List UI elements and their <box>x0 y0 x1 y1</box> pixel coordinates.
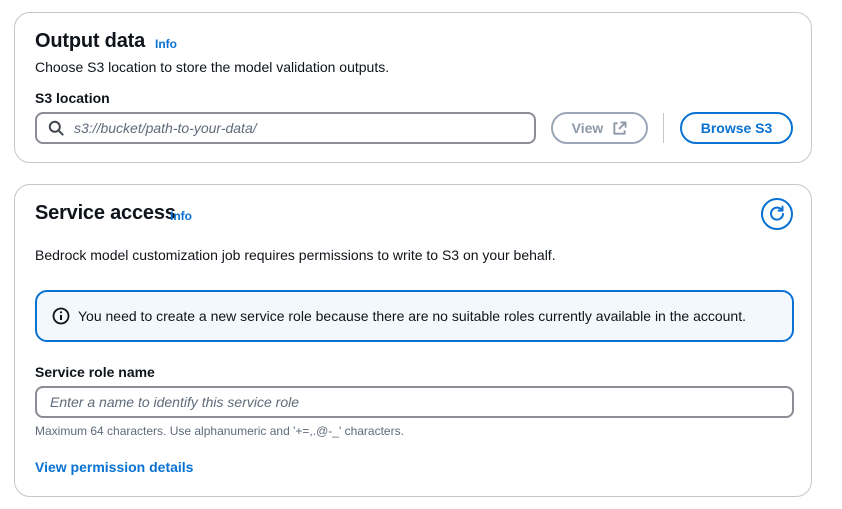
info-alert-text: You need to create a new service role be… <box>78 308 747 324</box>
s3-location-placeholder: s3://bucket/path-to-your-data/ <box>74 120 257 136</box>
view-permission-details-link[interactable]: View permission details <box>35 459 193 475</box>
service-role-name-input[interactable]: Enter a name to identify this service ro… <box>35 386 794 418</box>
refresh-icon <box>768 205 786 223</box>
output-data-description: Choose S3 location to store the model va… <box>35 59 390 75</box>
external-link-icon <box>612 120 627 136</box>
service-access-description: Bedrock model customization job requires… <box>35 247 556 263</box>
service-access-title: Service access <box>35 202 176 224</box>
view-button[interactable]: View <box>551 112 648 144</box>
service-role-name-label: Service role name <box>35 364 155 380</box>
output-data-info-link[interactable]: Info <box>155 37 177 51</box>
button-divider <box>663 113 664 143</box>
service-access-panel: Service access Info Bedrock model custom… <box>14 184 812 497</box>
s3-location-input[interactable]: s3://bucket/path-to-your-data/ <box>35 112 536 144</box>
info-alert: You need to create a new service role be… <box>35 290 794 342</box>
output-data-panel: Output data Info Choose S3 location to s… <box>14 12 812 163</box>
service-access-info-link[interactable]: Info <box>170 209 192 223</box>
view-button-label: View <box>571 120 604 136</box>
browse-s3-label: Browse S3 <box>700 120 773 136</box>
s3-location-label: S3 location <box>35 90 110 106</box>
browse-s3-button[interactable]: Browse S3 <box>680 112 793 144</box>
search-icon <box>48 120 64 136</box>
output-data-title: Output data <box>35 30 146 52</box>
service-role-name-hint: Maximum 64 characters. Use alphanumeric … <box>35 424 404 438</box>
service-role-name-placeholder: Enter a name to identify this service ro… <box>50 394 300 410</box>
refresh-button[interactable] <box>761 198 793 230</box>
info-circle-icon <box>52 307 70 325</box>
